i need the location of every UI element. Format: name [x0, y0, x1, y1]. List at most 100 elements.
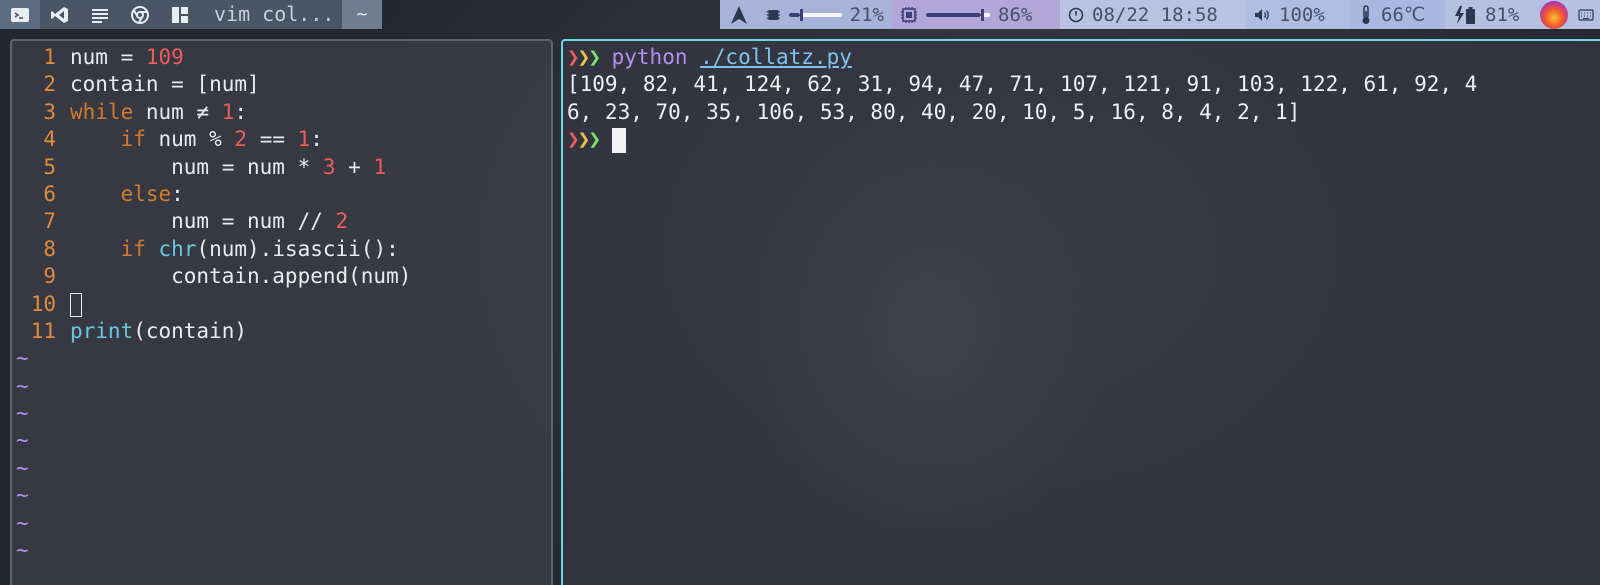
- code-token: contain.append(num): [70, 264, 412, 289]
- volume-module[interactable]: 100%: [1245, 0, 1351, 29]
- terminal-icon[interactable]: [0, 0, 40, 29]
- code-line[interactable]: 8 if chr(num).isascii():: [12, 236, 411, 263]
- code-token: print: [70, 318, 134, 343]
- code-token: :: [310, 127, 323, 152]
- prompt-symbol: ❯❯❯: [567, 45, 601, 69]
- cpu-usage-bar: [926, 8, 990, 21]
- battery-percent: 81%: [1485, 3, 1520, 26]
- code-line[interactable]: 9 contain.append(num): [12, 263, 411, 290]
- code-line[interactable]: 6 else:: [12, 181, 411, 208]
- line-number: 5: [43, 154, 56, 179]
- code-token: 109: [145, 45, 184, 69]
- line-number: 4: [43, 127, 56, 152]
- empty-line-marker: ~: [16, 428, 29, 453]
- battery-module[interactable]: 81%: [1445, 0, 1536, 29]
- command-argument[interactable]: ./collatz.py: [700, 45, 852, 69]
- code-token: if: [120, 127, 146, 152]
- keyboard-icon[interactable]: [1572, 0, 1600, 29]
- layout-icon[interactable]: [160, 0, 200, 29]
- code-line[interactable]: 1 num = 109: [12, 44, 411, 71]
- memory-module[interactable]: 21%: [758, 0, 892, 29]
- prompt-symbol: ❯❯❯: [567, 127, 601, 152]
- code-line[interactable]: 2 contain = [num]: [12, 71, 411, 98]
- line-number: 2: [43, 72, 56, 97]
- chrome-icon[interactable]: [120, 0, 160, 29]
- output-line: [109, 82, 41, 124, 62, 31, 94, 47, 71, 1…: [567, 72, 1478, 97]
- cpu-module[interactable]: 86%: [892, 0, 1060, 29]
- code-token: :: [171, 181, 184, 206]
- line-number: 3: [43, 99, 56, 124]
- datetime: 08/22 18:58: [1092, 3, 1218, 26]
- clock-icon: [1068, 7, 1084, 22]
- code-token: 2: [234, 127, 248, 152]
- input-line[interactable]: ❯❯❯: [567, 126, 1477, 153]
- command-line: ❯❯❯ python ./collatz.py: [567, 44, 1477, 71]
- code-line[interactable]: 3 while num ≠ 1:: [12, 99, 411, 126]
- terminal-output[interactable]: ❯❯❯ python ./collatz.py [109, 82, 41, 12…: [567, 44, 1477, 154]
- code-token: 2: [335, 209, 349, 234]
- code-token: (num).isascii():: [196, 236, 399, 261]
- usage-knob: [981, 8, 985, 21]
- top-bar: vim col... ~ 21% 86% 08/22 18:58 100% 66…: [0, 0, 1600, 29]
- code-token: chr: [158, 236, 197, 261]
- code-token: num =: [70, 45, 146, 69]
- window-title[interactable]: vim col...: [200, 0, 342, 29]
- code-token: num = num //: [70, 209, 336, 234]
- code-token: 1: [297, 127, 311, 152]
- line-number: 9: [43, 264, 56, 289]
- code-token: num = num *: [70, 154, 323, 179]
- memory-usage-fill: [788, 12, 800, 17]
- code-token: +: [335, 154, 374, 179]
- terminal-cursor: [611, 127, 626, 153]
- empty-line-marker: ~: [16, 483, 29, 508]
- code-token: num ≠: [133, 99, 222, 124]
- clock-module[interactable]: 08/22 18:58: [1060, 0, 1245, 29]
- line-number: 11: [30, 318, 56, 343]
- empty-line-marker: ~: [16, 455, 29, 480]
- user-avatar[interactable]: [1536, 0, 1572, 29]
- code-token: 1: [221, 99, 235, 124]
- code-line[interactable]: 5 num = num * 3 + 1: [12, 154, 411, 181]
- notes-icon[interactable]: [80, 0, 120, 29]
- line-number: 10: [30, 291, 56, 316]
- arch-logo-icon[interactable]: [720, 0, 758, 29]
- cpu-icon: [901, 6, 917, 23]
- code-token: if: [120, 236, 146, 261]
- line-number: 7: [43, 209, 56, 234]
- empty-line-marker: ~: [16, 373, 29, 398]
- code-line[interactable]: 4 if num % 2 == 1:: [12, 126, 411, 153]
- vim-buffer[interactable]: 1 num = 109 2 contain = [num] 3 while num ≠ 1…: [12, 44, 411, 564]
- status-modules: 21% 86% 08/22 18:58 100% 66℃ 81%: [720, 0, 1600, 29]
- code-line[interactable]: 7 num = num // 2: [12, 208, 411, 235]
- command-name: python: [611, 45, 688, 69]
- memory-chip-icon: [766, 9, 781, 20]
- vscode-icon[interactable]: [40, 0, 80, 29]
- empty-line-marker: ~: [16, 538, 29, 563]
- cpu-percent: 86%: [998, 3, 1033, 26]
- line-number: 1: [43, 45, 56, 69]
- speaker-icon: [1255, 8, 1269, 21]
- memory-usage-bar: [788, 8, 842, 21]
- code-line[interactable]: 11 print(contain): [12, 318, 411, 345]
- temperature-value: 66℃: [1381, 3, 1426, 26]
- battery-charging-icon: [1455, 5, 1475, 24]
- line-number: 6: [43, 181, 56, 206]
- code-token: contain = [num]: [70, 72, 260, 97]
- code-token: while: [70, 99, 134, 124]
- code-token: (contain): [133, 318, 248, 343]
- code-token: else: [120, 181, 172, 206]
- empty-line-marker: ~: [16, 510, 29, 535]
- vim-editor-pane[interactable]: 1 num = 109 2 contain = [num] 3 while num ≠ 1…: [10, 39, 553, 585]
- usage-knob: [799, 8, 803, 21]
- output-line: 6, 23, 70, 35, 106, 53, 80, 40, 20, 10, …: [567, 99, 1301, 124]
- empty-line-marker: ~: [16, 401, 29, 426]
- terminal-pane[interactable]: ❯❯❯ python ./collatz.py [109, 82, 41, 12…: [561, 39, 1600, 585]
- cpu-usage-fill: [926, 12, 982, 17]
- temperature-module[interactable]: 66℃: [1351, 0, 1445, 29]
- workspace-home[interactable]: ~: [342, 0, 382, 29]
- code-line[interactable]: 10: [12, 291, 411, 318]
